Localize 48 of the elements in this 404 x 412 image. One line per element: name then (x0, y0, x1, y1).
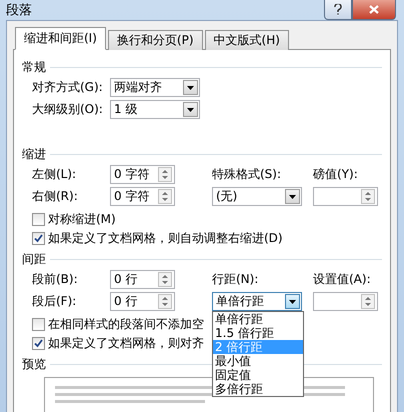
close-button[interactable] (352, 0, 396, 20)
checkbox-label: 如果定义了文档网格，则自动调整右缩进(D) (48, 230, 283, 247)
spinner-field[interactable] (313, 187, 378, 206)
window-title: 段落 (6, 2, 32, 19)
field-label: 特殊格式(S): (212, 166, 282, 183)
spinner-arrows-icon[interactable] (158, 294, 172, 309)
field-label: 左侧(L): (32, 166, 78, 183)
field-label: 段前(B): (32, 271, 79, 288)
spinner-arrows-icon[interactable] (158, 167, 172, 182)
spinner-arrows-icon[interactable] (158, 189, 172, 204)
close-icon (369, 5, 379, 14)
section-heading: 预览 (22, 356, 46, 372)
field-label: 磅值(Y): (313, 166, 359, 183)
dropdown[interactable]: 1 级 (110, 100, 200, 119)
checkbox[interactable] (32, 213, 45, 226)
spinner-arrows-icon[interactable] (361, 294, 375, 309)
field-label: 行距(N): (212, 271, 260, 288)
section-heading: 间距 (22, 250, 46, 268)
checkbox-label: 在相同样式的段落间不添加空 (48, 316, 204, 333)
caret-icon (285, 189, 300, 204)
spinner-arrows-icon[interactable] (158, 272, 172, 287)
spinner-arrows-icon[interactable] (361, 189, 375, 204)
tab[interactable]: 缩进和间距(I) (15, 27, 106, 50)
checkbox[interactable] (32, 318, 45, 331)
field-label: 右侧(R): (32, 188, 79, 205)
tab[interactable]: 换行和分页(P) (108, 30, 203, 50)
spinner-field[interactable]: 0 行 (110, 292, 175, 311)
checkbox-label: 对称缩进(M) (48, 211, 116, 228)
caret-icon (183, 102, 198, 117)
tab[interactable]: 中文版式(H) (204, 30, 289, 50)
help-button[interactable] (324, 0, 352, 20)
field-label: 对齐方式(G): (32, 79, 104, 96)
field-label: 设置值(A): (313, 271, 372, 288)
dropdown[interactable]: 两端对齐 (110, 78, 200, 97)
caret-icon (183, 80, 198, 95)
checkbox[interactable] (32, 337, 45, 350)
dropdown[interactable]: (无) (212, 187, 302, 206)
checkbox[interactable] (32, 232, 45, 245)
spinner-field[interactable]: 0 行 (110, 270, 175, 289)
spinner-field[interactable]: 0 字符 (110, 165, 175, 184)
spinner-field[interactable] (313, 292, 378, 311)
section-heading: 缩进 (22, 146, 46, 162)
field-label: 大纲级别(O): (32, 101, 104, 118)
field-label: 段后(F): (32, 293, 78, 310)
spinner-field[interactable]: 0 字符 (110, 187, 175, 206)
checkbox-label: 如果定义了文档网格，则对齐 (48, 335, 204, 352)
section-heading: 常规 (22, 58, 46, 76)
question-mark-icon (334, 4, 342, 15)
